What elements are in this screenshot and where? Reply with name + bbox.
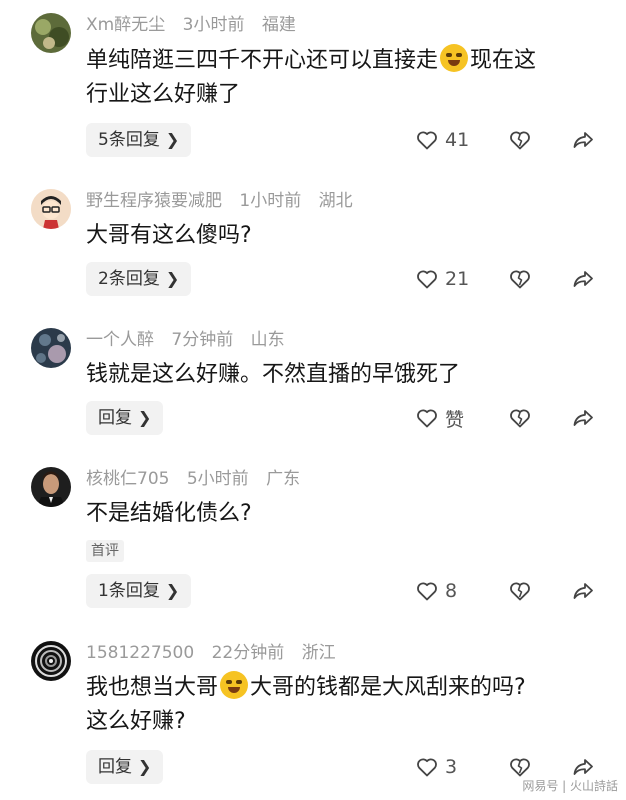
like-count: 21 bbox=[445, 268, 470, 290]
broken-heart-icon bbox=[510, 582, 530, 601]
avatar[interactable] bbox=[31, 328, 71, 368]
broken-heart-icon bbox=[510, 409, 530, 428]
comment-text-part: 这么好赚? bbox=[86, 709, 186, 734]
comment-actions: 8 bbox=[415, 574, 615, 608]
broken-heart-icon bbox=[510, 270, 530, 289]
share-button[interactable] bbox=[571, 262, 595, 296]
view-replies-button[interactable]: 2条回复 ❯ bbox=[86, 262, 192, 296]
view-replies-button[interactable]: 5条回复 ❯ bbox=[86, 123, 192, 157]
dislike-button[interactable] bbox=[508, 574, 532, 608]
comment-text: 大哥有这么傻吗? bbox=[86, 219, 596, 253]
heart-icon bbox=[417, 409, 437, 428]
like-count: 3 bbox=[445, 756, 458, 778]
like-button[interactable]: 41 bbox=[415, 123, 469, 157]
comment-text-part: 现在这 bbox=[470, 48, 537, 73]
like-button[interactable]: 21 bbox=[415, 262, 469, 296]
comment-text: 钱就是这么好赚。不然直播的早饿死了 bbox=[86, 358, 596, 392]
like-button[interactable]: 8 bbox=[415, 574, 457, 608]
share-arrow-icon bbox=[573, 759, 593, 775]
laughing-crying-emoji-icon bbox=[220, 671, 249, 699]
watermark: 网易号 | 火山詩話 bbox=[522, 779, 618, 793]
like-count: 8 bbox=[445, 580, 458, 602]
comment-actions: 21 bbox=[415, 262, 615, 296]
dislike-button[interactable] bbox=[508, 123, 532, 157]
share-button[interactable] bbox=[571, 123, 595, 157]
chevron-right-icon: ❯ bbox=[138, 757, 152, 776]
avatar[interactable] bbox=[31, 641, 71, 681]
timestamp: 1小时前 bbox=[239, 191, 302, 211]
timestamp: 5小时前 bbox=[186, 469, 249, 489]
location: 湖北 bbox=[318, 191, 353, 211]
location: 浙江 bbox=[301, 643, 336, 663]
reply-button-label: 回复 bbox=[98, 757, 132, 777]
location: 福建 bbox=[261, 15, 296, 35]
like-count: 赞 bbox=[445, 408, 465, 431]
like-button[interactable]: 3 bbox=[415, 750, 457, 784]
reply-button-label: 1条回复 bbox=[98, 581, 160, 601]
comment-text-part: 大哥的钱都是大风刮来的吗? bbox=[250, 675, 526, 700]
heart-icon bbox=[417, 131, 437, 150]
comment-meta: 野生程序猿要减肥 1小时前 湖北 bbox=[86, 190, 365, 212]
avatar[interactable] bbox=[31, 467, 71, 507]
comment-text-part: 大哥有这么傻吗? bbox=[86, 223, 252, 248]
heart-icon bbox=[417, 270, 437, 289]
timestamp: 3小时前 bbox=[182, 15, 245, 35]
share-arrow-icon bbox=[573, 271, 593, 287]
reply-button[interactable]: 回复 ❯ bbox=[86, 401, 164, 435]
username[interactable]: 一个人醉 bbox=[86, 330, 154, 350]
location: 山东 bbox=[250, 330, 285, 350]
like-button[interactable]: 赞 bbox=[415, 401, 464, 435]
comment-text-part: 我也想当大哥 bbox=[86, 675, 219, 700]
heart-icon bbox=[417, 758, 437, 777]
chevron-right-icon: ❯ bbox=[165, 269, 180, 288]
broken-heart-icon bbox=[510, 758, 530, 777]
laughing-crying-emoji-icon bbox=[440, 44, 469, 72]
reply-button-label: 5条回复 bbox=[98, 130, 160, 150]
avatar[interactable] bbox=[31, 189, 71, 229]
reply-button[interactable]: 回复 ❯ bbox=[86, 750, 164, 784]
chevron-right-icon: ❯ bbox=[165, 130, 180, 149]
comment-actions: 41 bbox=[415, 123, 615, 157]
first-comment-badge: 首评 bbox=[86, 540, 124, 562]
comment-meta: 1581227500 22分钟前 浙江 bbox=[86, 642, 348, 664]
timestamp: 22分钟前 bbox=[211, 643, 285, 663]
chevron-right-icon: ❯ bbox=[165, 581, 180, 600]
broken-heart-icon bbox=[510, 131, 530, 150]
comment-meta: 核桃仁705 5小时前 广东 bbox=[86, 468, 312, 490]
location: 广东 bbox=[266, 469, 301, 489]
share-arrow-icon bbox=[573, 132, 593, 148]
reply-button-label: 回复 bbox=[98, 408, 132, 428]
comment-text-part: 行业这么好赚了 bbox=[86, 82, 241, 107]
comment-text-part: 单纯陪逛三四千不开心还可以直接走 bbox=[86, 48, 439, 73]
dislike-button[interactable] bbox=[508, 401, 532, 435]
username[interactable]: 1581227500 bbox=[86, 643, 194, 663]
comment-text-part: 不是结婚化债么? bbox=[86, 501, 252, 526]
comment-text: 单纯陪逛三四千不开心还可以直接走 现在这 行业这么好赚了 bbox=[86, 44, 596, 112]
timestamp: 7分钟前 bbox=[171, 330, 234, 350]
username[interactable]: Xm醉无尘 bbox=[86, 15, 165, 35]
heart-icon bbox=[417, 582, 437, 601]
username[interactable]: 核桃仁705 bbox=[86, 469, 169, 489]
comment-actions: 赞 bbox=[415, 401, 615, 435]
comment-text-part: 钱就是这么好赚。不然直播的早饿死了 bbox=[86, 362, 461, 387]
reply-button-label: 2条回复 bbox=[98, 269, 160, 289]
dislike-button[interactable] bbox=[508, 262, 532, 296]
share-arrow-icon bbox=[573, 410, 593, 426]
avatar[interactable] bbox=[31, 13, 71, 53]
like-count: 41 bbox=[445, 129, 470, 151]
username[interactable]: 野生程序猿要减肥 bbox=[86, 191, 222, 211]
chevron-right-icon: ❯ bbox=[138, 408, 152, 427]
share-button[interactable] bbox=[571, 574, 595, 608]
comment-text: 不是结婚化债么? bbox=[86, 497, 596, 531]
comment-text: 我也想当大哥 大哥的钱都是大风刮来的吗? 这么好赚? bbox=[86, 671, 596, 739]
comment-meta: 一个人醉 7分钟前 山东 bbox=[86, 329, 297, 351]
comment-meta: Xm醉无尘 3小时前 福建 bbox=[86, 14, 308, 36]
view-replies-button[interactable]: 1条回复 ❯ bbox=[86, 574, 192, 608]
share-button[interactable] bbox=[571, 401, 595, 435]
share-arrow-icon bbox=[573, 583, 593, 599]
